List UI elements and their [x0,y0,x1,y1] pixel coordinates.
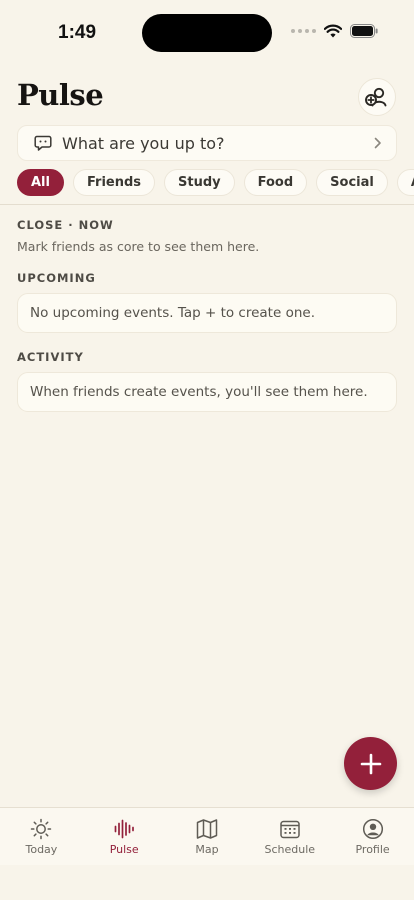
chip-study[interactable]: Study [164,169,235,196]
section-label-activity: ACTIVITY [17,350,84,364]
plus-icon [360,753,381,774]
home-indicator-area [0,865,414,900]
pulse-icon [114,819,135,839]
add-person-icon [365,87,387,107]
close-now-helper-text: Mark friends as core to see them here. [17,239,260,254]
status-time: 1:49 [58,22,97,43]
tab-schedule[interactable]: Schedule [248,808,331,865]
chip-athletics[interactable]: Athletics [396,169,414,196]
tab-today-label: Today [25,843,58,856]
upcoming-empty-text: No upcoming events. Tap + to create one. [30,305,315,321]
dynamic-island [142,14,272,52]
filter-chips: All Friends Study Food Social Athletics [17,169,414,197]
tab-schedule-label: Schedule [264,843,316,856]
wifi-icon [324,24,342,38]
section-label-close-now: CLOSE · NOW [17,218,114,232]
cellular-signal-icon [291,29,316,33]
pulse-screen: 1:49 Pulse What are you up to? All Frien… [0,0,414,900]
map-icon [196,819,218,839]
chip-all[interactable]: All [17,169,64,196]
tab-map[interactable]: Map [166,808,249,865]
chip-social[interactable]: Social [316,169,388,196]
page-title: Pulse [17,78,104,112]
activity-empty-card: When friends create events, you'll see t… [17,372,397,412]
tab-profile-label: Profile [355,843,390,856]
add-friend-button[interactable] [358,78,396,116]
tab-pulse-label: Pulse [109,843,139,856]
speech-bubble-icon [34,135,52,151]
tab-profile[interactable]: Profile [331,808,414,865]
activity-empty-text: When friends create events, you'll see t… [30,384,368,400]
profile-icon [362,818,383,840]
tab-today[interactable]: Today [0,808,83,865]
battery-icon [350,24,378,38]
calendar-icon [280,820,300,839]
tab-pulse[interactable]: Pulse [83,808,166,865]
upcoming-empty-card: No upcoming events. Tap + to create one. [17,293,397,333]
section-label-upcoming: UPCOMING [17,271,96,285]
status-prompt[interactable]: What are you up to? [17,125,397,161]
status-icons [291,24,378,38]
tab-map-label: Map [195,843,219,856]
sun-icon [31,818,52,840]
status-prompt-text: What are you up to? [62,133,225,153]
chip-food[interactable]: Food [243,169,308,196]
chevron-right-icon [374,137,381,149]
tab-bar: Today Pulse Map Schedule Profile [0,807,414,865]
create-event-button[interactable] [344,737,397,790]
divider [0,204,414,205]
status-bar: 1:49 [0,0,414,60]
chip-friends[interactable]: Friends [72,169,156,196]
